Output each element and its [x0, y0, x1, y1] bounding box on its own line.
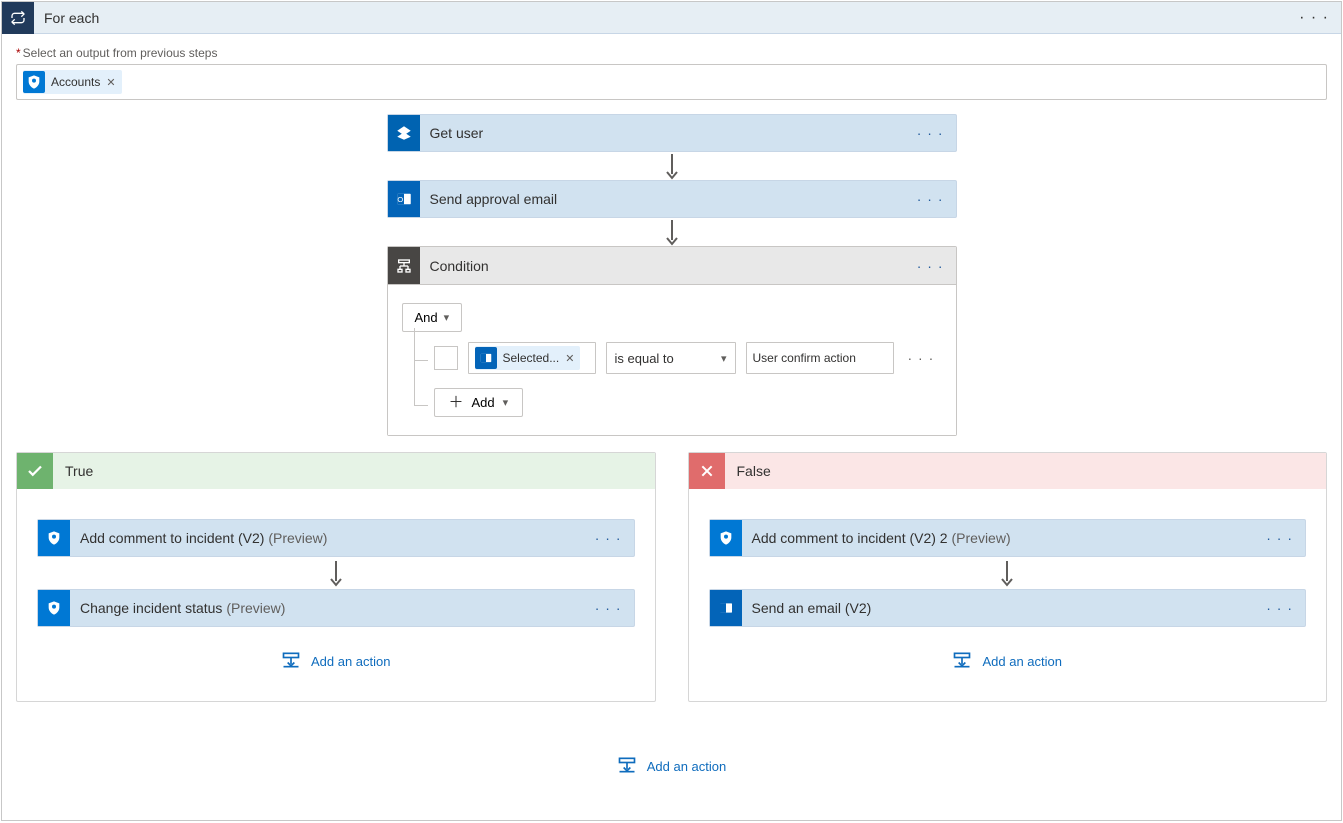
aad-icon [388, 115, 420, 151]
false-branch: False Add comment to incident (V2) 2 (Pr… [688, 452, 1328, 702]
send-email-action[interactable]: Send an email (V2) · · · [709, 589, 1307, 627]
sentinel-icon [38, 520, 70, 556]
get-user-menu[interactable]: · · · [905, 125, 956, 141]
remove-token-icon[interactable]: ✕ [565, 352, 574, 365]
left-operand-input[interactable]: Selected... ✕ [468, 342, 596, 374]
get-user-action[interactable]: Get user · · · [387, 114, 957, 152]
flow-arrow-icon [662, 218, 682, 246]
branches-row: True Add comment to incident (V2) (Previ… [16, 452, 1327, 702]
close-icon [689, 453, 725, 489]
flow-column: Get user · · · O Send approval email · ·… [16, 114, 1327, 444]
condition-menu[interactable]: · · · [905, 258, 956, 274]
row-checkbox[interactable] [434, 346, 458, 370]
true-body: Add comment to incident (V2) (Preview) ·… [17, 489, 655, 701]
header-menu-button[interactable]: · · · [1287, 9, 1341, 27]
body-area: *Select an output from previous steps Ac… [2, 34, 1341, 820]
send-approval-menu[interactable]: · · · [905, 191, 956, 207]
add-action-false[interactable]: Add an action [952, 651, 1062, 672]
condition-card: Condition · · · And ▾ [387, 246, 957, 436]
action-title: Add comment to incident (V2) (Preview) [70, 530, 583, 546]
sentinel-icon [710, 520, 742, 556]
remove-token-icon[interactable]: ✕ [106, 76, 115, 89]
selected-option-token[interactable]: Selected... ✕ [475, 346, 581, 370]
true-branch: True Add comment to incident (V2) (Previ… [16, 452, 656, 702]
condition-body: And ▾ Selected... [388, 285, 956, 435]
condition-icon [388, 247, 420, 284]
insert-action-icon [617, 756, 637, 777]
action-title: Change incident status (Preview) [70, 600, 583, 616]
condition-header[interactable]: Condition · · · [388, 247, 956, 285]
flow-arrow-icon [997, 559, 1017, 587]
true-title: True [53, 463, 655, 479]
chevron-down-icon: ▾ [503, 396, 509, 409]
add-action-footer[interactable]: Add an action [617, 756, 727, 777]
action-title: Send an email (V2) [742, 600, 1255, 616]
false-body: Add comment to incident (V2) 2 (Preview)… [689, 489, 1327, 701]
send-approval-title: Send approval email [420, 191, 905, 207]
false-title: False [725, 463, 1327, 479]
for-each-header[interactable]: For each · · · [2, 2, 1341, 34]
true-header[interactable]: True [17, 453, 655, 489]
sentinel-icon [23, 71, 45, 93]
action-menu[interactable]: · · · [583, 600, 634, 616]
action-menu[interactable]: · · · [583, 530, 634, 546]
right-operand-input[interactable]: User confirm action [746, 342, 894, 374]
outlook-icon [710, 590, 742, 626]
add-row: ＋ Add ▾ [414, 388, 942, 417]
chevron-down-icon: ▾ [721, 352, 727, 365]
accounts-token[interactable]: Accounts ✕ [23, 70, 122, 94]
outlook-icon [475, 347, 497, 369]
loop-icon [2, 2, 34, 34]
condition-title: Condition [420, 258, 905, 274]
footer-add-wrap: Add an action [16, 732, 1327, 777]
for-each-container: For each · · · *Select an output from pr… [1, 1, 1342, 821]
sentinel-icon [38, 590, 70, 626]
insert-action-icon [952, 651, 972, 672]
action-menu[interactable]: · · · [1254, 600, 1305, 616]
condition-row: Selected... ✕ is equal to ▾ User confirm… [414, 342, 942, 374]
false-header[interactable]: False [689, 453, 1327, 489]
flow-arrow-icon [326, 559, 346, 587]
condition-tree: Selected... ✕ is equal to ▾ User confirm… [414, 342, 942, 417]
add-action-true[interactable]: Add an action [281, 651, 391, 672]
chevron-down-icon: ▾ [444, 311, 450, 324]
get-user-title: Get user [420, 125, 905, 141]
output-token-input[interactable]: Accounts ✕ [16, 64, 1327, 100]
and-dropdown[interactable]: And ▾ [402, 303, 463, 332]
send-approval-action[interactable]: O Send approval email · · · [387, 180, 957, 218]
token-label: Selected... [503, 351, 560, 365]
outlook-icon: O [388, 181, 420, 217]
token-label: Accounts [51, 75, 100, 89]
row-menu[interactable]: · · · [904, 350, 939, 366]
action-title: Add comment to incident (V2) 2 (Preview) [742, 530, 1255, 546]
output-label: *Select an output from previous steps [16, 46, 1327, 60]
flow-arrow-icon [662, 152, 682, 180]
for-each-title: For each [34, 10, 1287, 26]
operator-dropdown[interactable]: is equal to ▾ [606, 342, 736, 374]
change-status-action[interactable]: Change incident status (Preview) · · · [37, 589, 635, 627]
add-comment-false-action[interactable]: Add comment to incident (V2) 2 (Preview)… [709, 519, 1307, 557]
insert-action-icon [281, 651, 301, 672]
add-condition-button[interactable]: ＋ Add ▾ [434, 388, 524, 417]
svg-text:O: O [397, 195, 403, 204]
check-icon [17, 453, 53, 489]
plus-icon: ＋ [449, 395, 464, 410]
add-comment-true-action[interactable]: Add comment to incident (V2) (Preview) ·… [37, 519, 635, 557]
action-menu[interactable]: · · · [1254, 530, 1305, 546]
